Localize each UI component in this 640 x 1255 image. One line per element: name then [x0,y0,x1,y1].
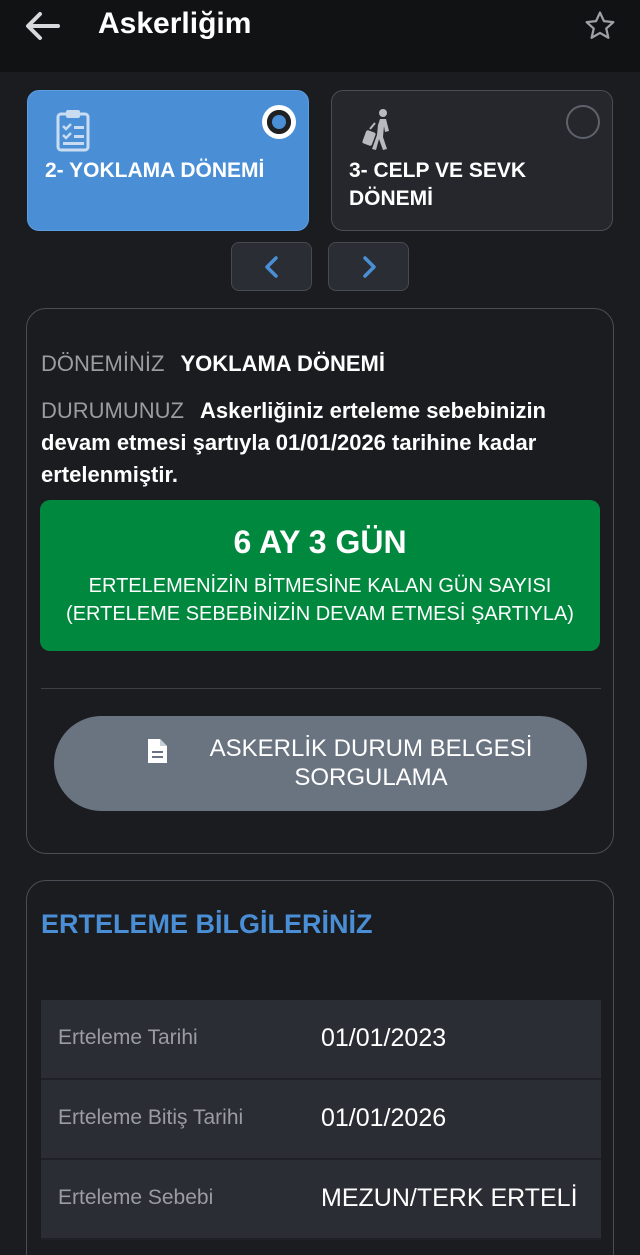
prev-period-button[interactable] [231,242,312,291]
next-period-button[interactable] [328,242,409,291]
period-card-celp-sevk[interactable]: 3- CELP VE SEVK DÖNEMİ [331,90,613,231]
period-card-yoklama[interactable]: 2- YOKLAMA DÖNEMİ [27,90,309,231]
deferral-info-card: ERTELEME BİLGİLERİNİZ Erteleme Tarihi 01… [26,880,614,1255]
page-title: Askerliğim [98,7,252,40]
clipboard-checklist-icon [54,107,94,153]
star-outline-icon [585,11,615,39]
period-radio-selected[interactable] [262,105,296,139]
remaining-time-value: 6 AY 3 GÜN [233,524,407,560]
remaining-time-box: 6 AY 3 GÜN ERTELEMENİZİN BİTMESİNE KALAN… [40,500,600,651]
current-period-label: DÖNEMİNİZ [41,351,165,376]
doc-button-line2: SORGULAMA [294,764,448,791]
chevron-right-icon [363,256,376,278]
table-row: Erteleme Bitiş Tarihi 01/01/2026 [41,1080,601,1160]
current-period-row: DÖNEMİNİZ YOKLAMA DÖNEMİ [41,351,385,377]
deferral-info-title: ERTELEME BİLGİLERİNİZ [41,909,373,939]
period-label: 3- CELP VE SEVK DÖNEMİ [349,159,527,210]
deferral-end-date-value: 01/01/2026 [321,1104,447,1132]
military-status-document-button[interactable]: ASKERLİK DURUM BELGESİ SORGULAMA [54,716,587,811]
back-button[interactable] [22,6,70,46]
deferral-info-table: Erteleme Tarihi 01/01/2023 Erteleme Biti… [41,1000,601,1240]
deferral-end-date-label: Erteleme Bitiş Tarihi [58,1106,244,1129]
chevron-left-icon [265,256,278,278]
table-row: Erteleme Sebebi MEZUN/TERK ERTELİ [41,1160,601,1240]
period-label: 2- YOKLAMA DÖNEMİ [45,159,265,182]
deferral-reason-value: MEZUN/TERK ERTELİ [321,1184,578,1212]
favorite-button[interactable] [580,6,620,46]
remaining-caption-line1: ERTELEMENİZİN BİTMESİNE KALAN GÜN SAYISI [88,575,552,597]
period-radio-unselected[interactable] [566,105,600,139]
status-card: DÖNEMİNİZ YOKLAMA DÖNEMİ DURUMUNUZ Askerli… [26,308,614,854]
current-status-row: DURUMUNUZ Askerliğiniz erteleme sebebiniz… [41,396,601,492]
current-status-label: DURUMUNUZ [41,398,184,423]
doc-button-line1: ASKERLİK DURUM BELGESİ [209,735,533,762]
app-header: Askerliğim [0,0,640,72]
remaining-time-caption: ERTELEMENİZİN BİTMESİNE KALAN GÜN SAYISI… [40,572,600,628]
doc-button-label: ASKERLİK DURUM BELGESİ SORGULAMA [164,734,578,792]
remaining-caption-line2: (ERTELEME SEBEBİNİZİN DEVAM ETMESİ ŞARTI… [66,603,574,625]
deferral-reason-label: Erteleme Sebebi [58,1186,214,1209]
deferral-date-value: 01/01/2023 [321,1024,447,1052]
arrow-left-icon [26,12,60,40]
current-period-value: YOKLAMA DÖNEMİ [180,351,385,376]
table-row: Erteleme Tarihi 01/01/2023 [41,1000,601,1080]
divider [41,688,601,689]
traveler-luggage-icon [358,107,398,153]
deferral-date-label: Erteleme Tarihi [58,1026,198,1049]
